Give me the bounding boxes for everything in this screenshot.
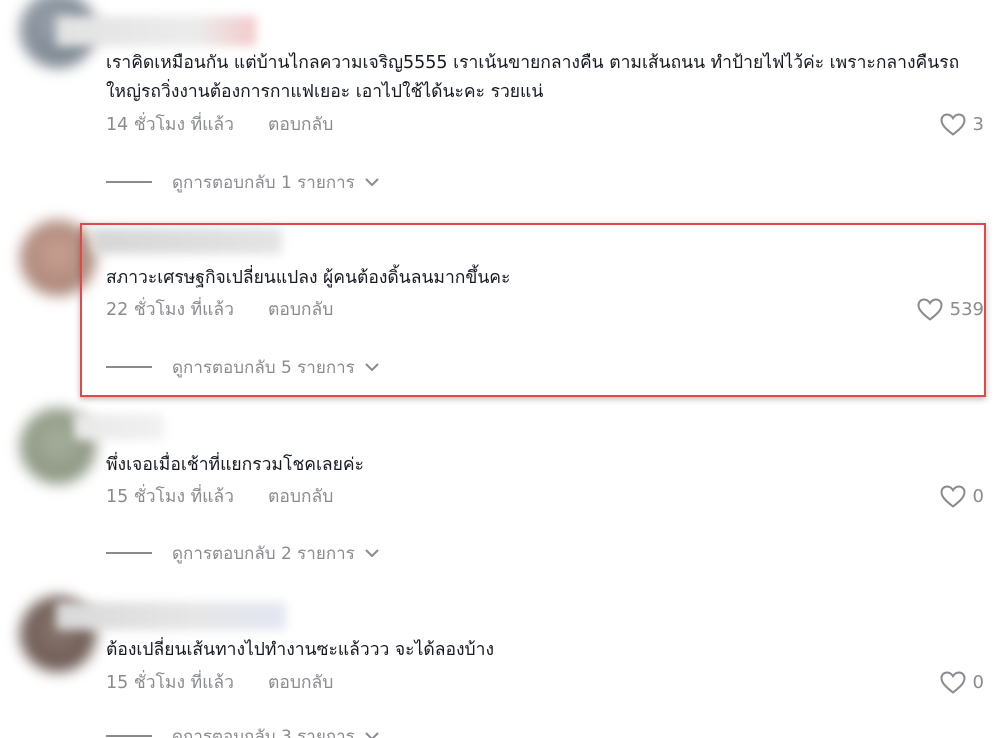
heart-outline-icon — [940, 112, 966, 136]
like-button[interactable]: 539 — [917, 295, 984, 323]
username[interactable] — [74, 414, 164, 440]
comment-text: พึ่งเจอเมื่อเช้าที่แยกรวมโชคเลยค่ะ — [106, 455, 365, 475]
comment-thread: เราคิดเหมือนกัน แต่บ้านไกลความเจริญ5555 … — [0, 0, 1002, 738]
chevron-down-icon — [365, 549, 379, 558]
reply-button[interactable]: ตอบกลับ — [268, 482, 333, 510]
view-replies-button[interactable]: ดูการตอบกลับ 2 รายการ — [106, 539, 379, 567]
like-count: 539 — [949, 298, 984, 320]
comment-meta: 15 ชั่วโมง ที่แล้ว ตอบกลับ — [106, 668, 333, 696]
divider-line — [106, 552, 152, 554]
comment-meta: 15 ชั่วโมง ที่แล้ว ตอบกลับ — [106, 482, 333, 510]
comment-time: 14 ชั่วโมง ที่แล้ว — [106, 115, 234, 135]
divider-line — [106, 735, 152, 737]
comment-text: สภาวะเศรษฐกิจเปลี่ยนแปลง ผู้คนต้องดิ้นลน… — [106, 268, 511, 288]
comment-text: ต้องเปลี่ยนเส้นทางไปทำงานซะแล้ววว จะได้ล… — [106, 640, 494, 660]
comment-time: 15 ชั่วโมง ที่แล้ว — [106, 487, 234, 507]
like-count: 3 — [972, 113, 984, 135]
heart-outline-icon — [940, 670, 966, 694]
like-button[interactable]: 0 — [940, 482, 984, 510]
chevron-down-icon — [365, 178, 379, 187]
comment-meta: 22 ชั่วโมง ที่แล้ว ตอบกลับ — [106, 295, 333, 323]
view-replies-label: ดูการตอบกลับ 2 รายการ — [172, 543, 355, 564]
username[interactable] — [56, 16, 256, 46]
divider-line — [106, 181, 152, 183]
comment-time: 15 ชั่วโมง ที่แล้ว — [106, 673, 234, 693]
username[interactable] — [56, 602, 286, 630]
chevron-down-icon — [365, 732, 379, 738]
reply-button[interactable]: ตอบกลับ — [268, 110, 333, 138]
view-replies-label: ดูการตอบกลับ 5 รายการ — [172, 357, 355, 378]
view-replies-button[interactable]: ดูการตอบกลับ 3 รายการ — [106, 722, 379, 738]
reply-button[interactable]: ตอบกลับ — [268, 668, 333, 696]
view-replies-button[interactable]: ดูการตอบกลับ 5 รายการ — [106, 353, 379, 381]
heart-outline-icon — [917, 297, 943, 321]
like-button[interactable]: 0 — [940, 668, 984, 696]
like-button[interactable]: 3 — [940, 110, 984, 138]
comment-time: 22 ชั่วโมง ที่แล้ว — [106, 300, 234, 320]
like-count: 0 — [972, 485, 984, 507]
view-replies-button[interactable]: ดูการตอบกลับ 1 รายการ — [106, 168, 379, 196]
like-count: 0 — [972, 671, 984, 693]
reply-button[interactable]: ตอบกลับ — [268, 295, 333, 323]
divider-line — [106, 366, 152, 368]
avatar[interactable] — [20, 220, 96, 296]
chevron-down-icon — [365, 363, 379, 372]
comment-text: เราคิดเหมือนกัน แต่บ้านไกลความเจริญ5555 … — [106, 53, 960, 102]
heart-outline-icon — [940, 484, 966, 508]
comment-meta: 14 ชั่วโมง ที่แล้ว ตอบกลับ — [106, 110, 333, 138]
view-replies-label: ดูการตอบกลับ 1 รายการ — [172, 172, 355, 193]
view-replies-label: ดูการตอบกลับ 3 รายการ — [172, 726, 355, 738]
username[interactable] — [92, 228, 282, 254]
